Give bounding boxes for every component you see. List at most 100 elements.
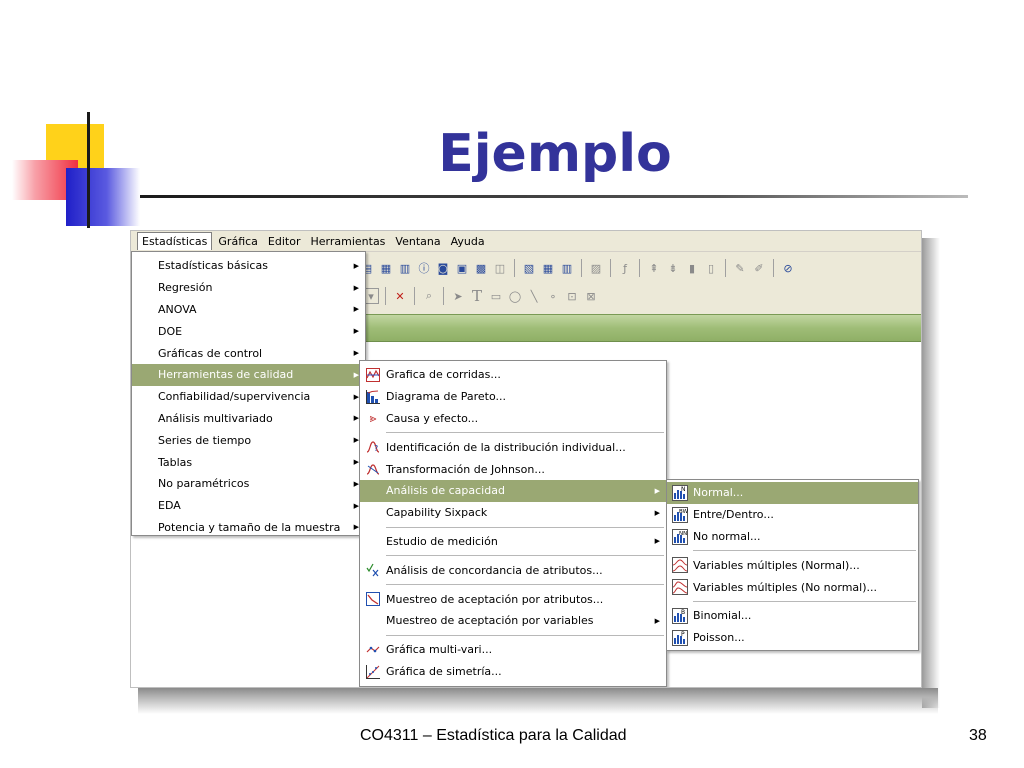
- columns-icon[interactable]: ▥: [559, 260, 575, 276]
- menu-ayuda[interactable]: Ayuda: [447, 233, 489, 250]
- menu-item-multivariado[interactable]: Análisis multivariado ▶: [132, 408, 365, 430]
- polyline-tool-icon[interactable]: ⊠: [583, 288, 599, 304]
- menu-item-capacidad-normal[interactable]: N Normal...: [667, 482, 918, 504]
- insert-column-icon[interactable]: ⇟: [665, 260, 681, 276]
- screenshot-shadow-right: [922, 238, 940, 708]
- menu-item-estadisticas-basicas[interactable]: Estadísticas básicas ▶: [132, 255, 365, 277]
- multiple-variables-icon: [672, 557, 688, 574]
- menu-ventana[interactable]: Ventana: [391, 233, 444, 250]
- insert-row-icon[interactable]: ⇞: [646, 260, 662, 276]
- tile-icon[interactable]: ◫: [492, 260, 508, 276]
- grid-icon[interactable]: ▦: [540, 260, 556, 276]
- title-underline: [140, 195, 968, 198]
- menu-item-capacidad-no-normal[interactable]: NN No normal...: [667, 526, 918, 548]
- toolbar-separator: [610, 259, 611, 277]
- menu-item-tablas[interactable]: Tablas ▶: [132, 451, 365, 473]
- edit-icon[interactable]: ✎: [732, 260, 748, 276]
- project-manager-icon[interactable]: ▧: [521, 260, 537, 276]
- svg-text:?: ?: [374, 444, 378, 453]
- menu-separator: [386, 432, 664, 434]
- graph-folder-icon[interactable]: ▩: [473, 260, 489, 276]
- menu-item-confiabilidad[interactable]: Confiabilidad/supervivencia ▶: [132, 386, 365, 408]
- brush-icon[interactable]: ▯: [703, 260, 719, 276]
- line-tool-icon[interactable]: ╲: [526, 288, 542, 304]
- menu-item-anova[interactable]: ANOVA ▶: [132, 299, 365, 321]
- session-window-icon[interactable]: ▦: [378, 260, 394, 276]
- menu-item-no-parametricos[interactable]: No paramétricos ▶: [132, 473, 365, 495]
- menu-estadisticas[interactable]: Estadísticas: [137, 232, 213, 250]
- pareto-icon: [365, 389, 381, 405]
- menu-item-concordancia-atributos[interactable]: Análisis de concordancia de atributos...: [360, 559, 666, 581]
- menu-separator: [386, 584, 664, 586]
- text-tool-icon[interactable]: T: [469, 287, 485, 305]
- submenu-arrow-icon: ▶: [654, 616, 660, 625]
- menu-item-regresion[interactable]: Regresión ▶: [132, 277, 365, 299]
- submenu-arrow-icon: ▶: [654, 486, 660, 495]
- estadisticas-menu: Estadísticas básicas ▶ Regresión ▶ ANOVA ▶ …: [131, 251, 366, 536]
- menu-item-causa-efecto[interactable]: ⪢ Causa y efecto...: [360, 408, 666, 430]
- menu-item-muestreo-atributos[interactable]: Muestreo de aceptación por atributos...: [360, 588, 666, 610]
- menu-item-doe[interactable]: DOE ▶: [132, 320, 365, 342]
- menu-item-capacidad-entre-dentro[interactable]: BW Entre/Dentro...: [667, 504, 918, 526]
- menu-item-grafica-multivari[interactable]: Gráfica multi-vari...: [360, 639, 666, 661]
- menu-item-grafica-simetria[interactable]: Gráfica de simetría...: [360, 661, 666, 683]
- menu-item-muestreo-variables[interactable]: Muestreo de aceptación por variables ▶: [360, 610, 666, 632]
- cancel-command-icon[interactable]: ▨: [588, 260, 604, 276]
- formula-icon[interactable]: ƒ: [617, 260, 633, 276]
- menu-item-series-tiempo[interactable]: Series de tiempo ▶: [132, 429, 365, 451]
- run-chart-icon: [365, 367, 381, 383]
- menu-item-eda[interactable]: EDA ▶: [132, 495, 365, 517]
- menu-editor[interactable]: Editor: [264, 233, 305, 250]
- history-icon[interactable]: ◙: [435, 260, 451, 276]
- report-pad-icon[interactable]: ▣: [454, 260, 470, 276]
- marker-tool-icon[interactable]: ∘: [545, 288, 561, 304]
- menu-item-grafica-corridas[interactable]: Grafica de corridas...: [360, 364, 666, 386]
- menu-item-potencia-tamano[interactable]: Potencia y tamaño de la muestra ▶: [132, 517, 365, 539]
- delete-icon[interactable]: ✕: [392, 288, 408, 304]
- menu-item-herramientas-calidad[interactable]: Herramientas de calidad ▶: [132, 363, 365, 386]
- menu-grafica[interactable]: Gráfica: [214, 233, 262, 250]
- toolbar-separator: [725, 259, 726, 277]
- toolbar-separator: [639, 259, 640, 277]
- herramientas-calidad-submenu: Grafica de corridas... Diagrama de Paret…: [359, 360, 667, 687]
- select-pointer-icon[interactable]: ➤: [450, 288, 466, 304]
- menu-item-variables-multiples-normal[interactable]: Variables múltiples (Normal)...: [667, 554, 918, 576]
- capability-binomial-icon: B: [672, 607, 688, 624]
- svg-text:NN: NN: [679, 531, 687, 537]
- info-icon[interactable]: ⓘ: [416, 260, 432, 276]
- attribute-agreement-icon: [365, 562, 381, 578]
- menu-item-capacidad-binomial[interactable]: B Binomial...: [667, 605, 918, 627]
- menu-item-capacidad-poisson[interactable]: P Poisson...: [667, 627, 918, 649]
- slide-footer: CO4311 – Estadística para la Calidad: [360, 727, 627, 744]
- menu-item-estudio-medicion[interactable]: Estudio de medición ▶: [360, 531, 666, 553]
- menu-item-analisis-capacidad[interactable]: Análisis de capacidad ▶: [360, 479, 666, 502]
- johnson-icon: [365, 461, 381, 477]
- zoom-icon[interactable]: ⌕: [421, 288, 437, 304]
- worksheet-icon[interactable]: ▥: [397, 260, 413, 276]
- toolbar-separator: [385, 287, 386, 305]
- slide-page-number: 38: [969, 727, 987, 744]
- menu-item-diagrama-pareto[interactable]: Diagrama de Pareto...: [360, 386, 666, 408]
- toolbar-separator: [443, 287, 444, 305]
- pencil-icon[interactable]: ✐: [751, 260, 767, 276]
- capability-poisson-icon: P: [672, 629, 688, 646]
- submenu-arrow-icon: ▶: [353, 261, 359, 270]
- menu-item-identificacion-distribucion[interactable]: ? Identificación de la distribución indi…: [360, 436, 666, 458]
- rectangle-tool-icon[interactable]: ▭: [488, 288, 504, 304]
- screenshot-shadow-bottom: [138, 688, 938, 714]
- toolbar-separator: [414, 287, 415, 305]
- menu-herramientas[interactable]: Herramientas: [306, 233, 389, 250]
- menu-separator: [693, 600, 916, 602]
- menu-item-graficas-control[interactable]: Gráficas de control ▶: [132, 342, 365, 364]
- fishbone-icon: ⪢: [369, 411, 377, 426]
- acceptance-sampling-icon: [365, 591, 381, 607]
- polygon-tool-icon[interactable]: ⊡: [564, 288, 580, 304]
- capability-between-within-icon: BW: [672, 506, 688, 523]
- menu-item-variables-multiples-no-normal[interactable]: Variables múltiples (No normal)...: [667, 576, 918, 598]
- ellipse-tool-icon[interactable]: ◯: [507, 288, 523, 304]
- svg-text:N: N: [681, 486, 686, 493]
- menu-item-transformacion-johnson[interactable]: Transformación de Johnson...: [360, 458, 666, 480]
- bar-chart-icon[interactable]: ▮: [684, 260, 700, 276]
- eraser-icon[interactable]: ⊘: [780, 260, 796, 276]
- menu-item-capability-sixpack[interactable]: Capability Sixpack ▶: [360, 502, 666, 524]
